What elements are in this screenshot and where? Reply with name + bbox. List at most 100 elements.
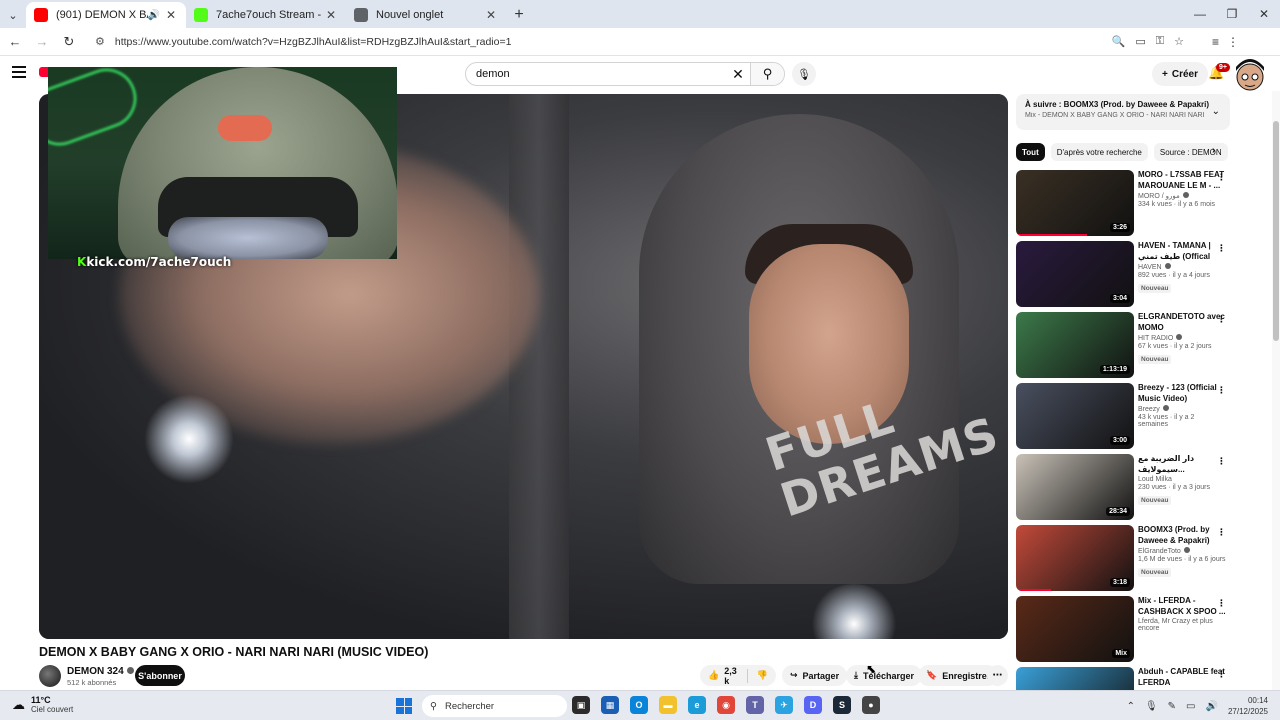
task-view-icon[interactable]: ▣ [572,696,590,714]
recommendation-item[interactable]: 3:26 MORO - L7SSAB FEAT MAROUANE LE M - .… [1016,170,1236,241]
video-thumbnail[interactable]: 3:26 [1016,170,1134,236]
back-icon[interactable]: ← [3,30,27,54]
recommendation-item[interactable]: 1:13:19 ELGRANDETOTO avec MOMO HIT RADIO 67… [1016,312,1236,383]
recommendation-title[interactable]: MORO - L7SSAB FEAT MAROUANE LE M - ... [1138,170,1226,191]
close-window-icon[interactable]: ✕ [1248,0,1280,28]
pen-tray-icon[interactable]: ✎ [1168,701,1176,712]
forward-icon[interactable]: → [30,30,54,54]
filter-chip[interactable]: D'après votre recherche [1050,143,1148,161]
clear-search-icon[interactable]: ✕ [726,66,750,83]
recommendation-item[interactable]: Mix Mix - LFERDA - CASHBACK X SPOO ... Lfe… [1016,596,1236,667]
filter-chip[interactable]: Source : DEMON [1153,143,1228,161]
filter-chip[interactable]: Tout [1016,143,1045,161]
clock[interactable]: 00:14 27/12/2025 [1228,695,1268,717]
subscribe-button[interactable]: S'abonner [135,665,185,686]
more-options-icon[interactable]: ⋮ [1217,243,1226,254]
page-scrollbar[interactable] [1272,91,1280,690]
video-thumbnail[interactable]: 1:13:19 [1016,312,1134,378]
network-icon[interactable]: ▭ [1186,701,1195,712]
channel-name-row[interactable]: DEMON 324 [67,666,134,677]
profile-menu-icon[interactable]: ⋮ [1227,35,1239,49]
windows-start-icon[interactable] [396,698,412,714]
chevron-right-icon[interactable]: › [1212,145,1215,156]
like-count[interactable]: 2,3 k [724,666,738,686]
more-options-icon[interactable]: ⋮ [1217,385,1226,396]
cast-icon[interactable]: ▭ [1135,35,1145,48]
recommendation-title[interactable]: Mix - LFERDA - CASHBACK X SPOO ... [1138,596,1226,617]
restore-icon[interactable]: ❐ [1216,0,1248,28]
chrome-icon[interactable]: ◉ [717,696,735,714]
telegram-icon[interactable]: ✈ [775,696,793,714]
new-tab-button[interactable]: + [506,2,532,28]
teams-icon[interactable]: T [746,696,764,714]
recommendation-channel[interactable]: Lferda, Mr Crazy et plus encore [1138,618,1226,632]
minimize-icon[interactable]: — [1184,0,1216,28]
up-next-panel[interactable]: À suivre : BOOMX3 (Prod. by Daweee & Pap… [1016,94,1230,130]
more-options-icon[interactable]: ⋮ [1217,456,1226,467]
more-options-icon[interactable]: ⋮ [1217,314,1226,325]
more-options-icon[interactable]: ⋮ [1217,669,1226,680]
recommendation-title[interactable]: Abduh - CAPABLE feat LFERDA [1138,667,1226,688]
steam-icon[interactable]: S [833,696,851,714]
weather-widget[interactable]: ☁ 11°C Ciel couvert [12,695,73,714]
recommendation-title[interactable]: Breezy - 123 (Official Music Video) [1138,383,1226,404]
bookmark-star-icon[interactable]: ☆ [1174,35,1184,48]
volume-icon[interactable]: 🔊 [1206,701,1218,712]
recommendation-item[interactable]: 3:18 BOOMX3 (Prod. by Daweee & Papakri) El… [1016,525,1236,596]
search-button[interactable]: ⚲ [750,63,784,85]
app-icon[interactable]: ● [862,696,880,714]
file-explorer-icon[interactable]: ▬ [659,696,677,714]
account-avatar[interactable] [1228,57,1272,91]
edge-icon[interactable]: e [688,696,706,714]
video-thumbnail[interactable]: 3:18 [1016,525,1134,591]
zoom-icon[interactable]: 🔍 [1112,35,1126,48]
recommendation-item[interactable]: 28:34 دار الضريبة مع سيمولايف... Loud Milk… [1016,454,1236,525]
url-field[interactable]: ⚙ https://www.youtube.com/watch?v=HzgBZJ… [87,29,1192,54]
recommendation-channel[interactable]: ElGrandeToto [1138,547,1226,555]
recommendation-title[interactable]: BOOMX3 (Prod. by Daweee & Papakri) [1138,525,1226,546]
tab-audio-icon[interactable]: 🔊 [148,10,160,21]
more-options-icon[interactable]: ⋮ [1217,527,1226,538]
reading-list-icon[interactable]: ≡ [1212,35,1219,49]
microsoft-store-icon[interactable]: ▦ [601,696,619,714]
menu-hamburger-icon[interactable] [12,66,26,78]
recommendation-channel[interactable]: HIT RADIO [1138,334,1226,342]
recommendation-channel[interactable]: HAVEN [1138,263,1226,271]
password-key-icon[interactable]: ⚿ [1156,35,1164,48]
more-actions-icon[interactable]: ⋯ [987,665,1008,686]
browser-tab[interactable]: 7ache7ouch Stream - Watch Li✕ [186,2,346,28]
url-text[interactable]: https://www.youtube.com/watch?v=HzgBZJlh… [115,36,1112,48]
search-input[interactable] [466,68,726,80]
video-thumbnail[interactable]: 3:04 [1016,241,1134,307]
tab-search-chevron-icon[interactable]: ⌄ [0,2,26,28]
share-button[interactable]: ↪ Partager [782,665,848,686]
close-tab-icon[interactable]: ✕ [164,8,178,22]
create-button[interactable]: + Créer [1152,62,1208,86]
video-thumbnail[interactable]: 3:00 [1016,383,1134,449]
close-tab-icon[interactable]: ✕ [484,8,498,22]
video-thumbnail[interactable]: 28:34 [1016,454,1134,520]
tray-chevron-up-icon[interactable]: ⌃ [1127,701,1135,712]
recommendation-item[interactable]: 3:00 Breezy - 123 (Official Music Video) B… [1016,383,1236,454]
discord-icon[interactable]: D [804,696,822,714]
download-button[interactable]: ⤓ Télécharger [846,665,923,686]
close-tab-icon[interactable]: ✕ [324,8,338,22]
video-thumbnail[interactable]: Mix [1016,596,1134,662]
outlook-icon[interactable]: O [630,696,648,714]
reload-icon[interactable]: ↻ [57,30,81,54]
recommendation-title[interactable]: دار الضريبة مع سيمولايف... [1138,454,1226,475]
like-thumb-icon[interactable]: 👍 [708,670,719,681]
scrollbar-thumb[interactable] [1273,121,1279,341]
recommendation-title[interactable]: ELGRANDETOTO avec MOMO [1138,312,1226,333]
browser-tab[interactable]: (901) DEMON X BABY GANG🔊 ✕ [26,2,186,28]
voice-search-mic-icon[interactable]: 🎙 [792,62,816,86]
more-options-icon[interactable]: ⋮ [1217,172,1226,183]
recommendation-channel[interactable]: Breezy [1138,405,1226,413]
recommendation-channel[interactable]: Loud Milka [1138,476,1226,483]
chevron-down-icon[interactable]: ⌄ [1212,106,1220,117]
taskbar-search[interactable]: ⚲ Rechercher [422,695,567,717]
channel-avatar[interactable] [39,665,61,687]
site-info-icon[interactable]: ⚙ [95,35,105,48]
browser-tab[interactable]: Nouvel onglet ✕ [346,2,506,28]
mic-tray-icon[interactable]: 🎙 [1145,701,1158,712]
